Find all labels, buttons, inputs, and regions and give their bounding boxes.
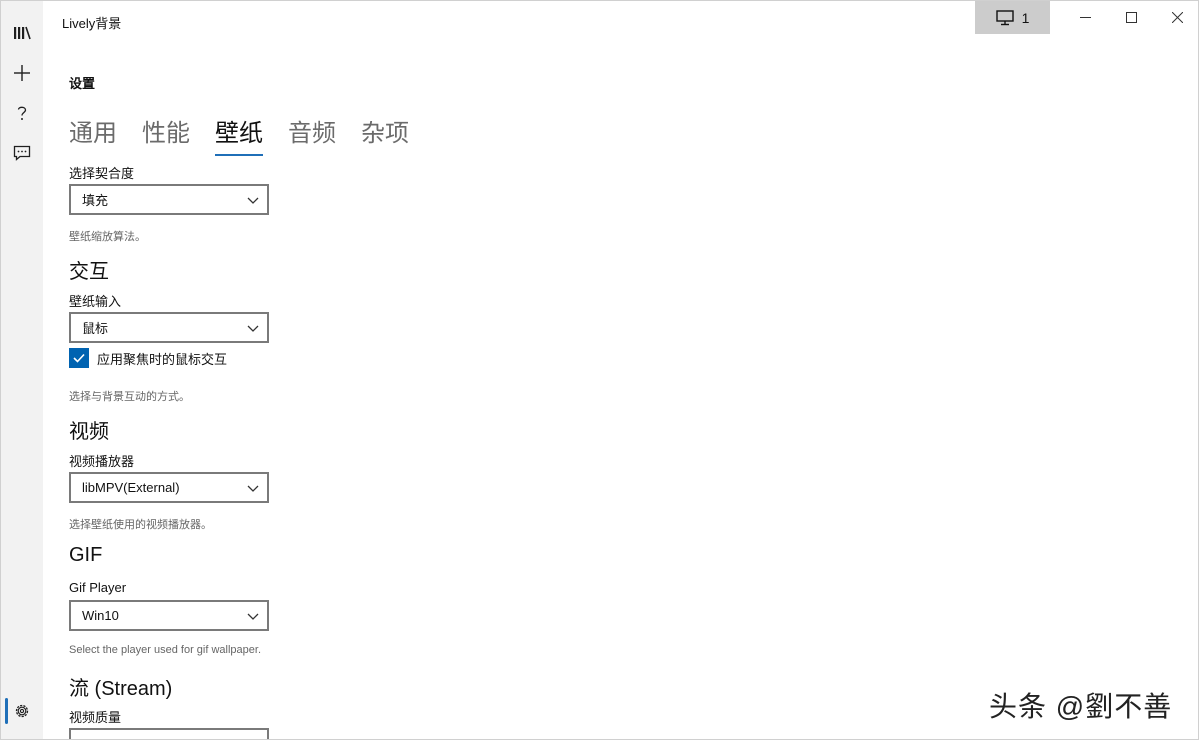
gif-player-label: Gif Player [69,580,127,595]
settings-tabs: 通用 性能 壁纸 音频 杂项 [69,113,409,156]
video-quality-label: 视频质量 [69,710,122,725]
close-button[interactable] [1154,1,1198,34]
video-player-label: 视频播放器 [69,454,135,469]
video-quality-dropdown[interactable] [69,728,269,739]
video-hint: 选择壁纸使用的视频播放器。 [69,519,212,531]
chevron-down-icon [247,613,259,620]
library-button[interactable] [1,13,43,53]
gif-player-dropdown[interactable]: Win10 [69,600,269,631]
fit-label: 选择契合度 [69,166,135,181]
add-button[interactable] [1,53,43,93]
tab-audio[interactable]: 音频 [288,113,336,154]
settings-content: 设置 通用 性能 壁纸 音频 杂项 选择契合度 填充 壁纸缩放算法。 交互 壁纸… [69,1,969,739]
monitor-select-button[interactable]: 1 [975,1,1050,34]
feedback-button[interactable] [1,133,43,173]
app-window: Lively背景 1 设置 通用 性能 壁纸 音频 杂项 选择契合度 填充 壁纸… [0,0,1199,740]
tab-performance[interactable]: 性能 [142,113,190,154]
page-title: 设置 [69,76,96,91]
maximize-icon [1125,12,1137,23]
tab-general[interactable]: 通用 [69,113,117,154]
minimize-icon [1079,17,1091,18]
fit-dropdown-value: 填充 [82,193,109,208]
minimize-button[interactable] [1062,1,1108,34]
library-icon [14,26,31,40]
monitor-icon [995,9,1014,25]
add-icon [14,65,30,81]
wallpaper-input-label: 壁纸输入 [69,294,122,309]
settings-button[interactable] [1,691,43,731]
video-player-value: libMPV(External) [82,480,180,495]
focus-mouse-interaction-checkbox[interactable] [69,348,89,368]
wallpaper-input-value: 鼠标 [82,321,109,336]
fit-hint: 壁纸缩放算法。 [69,231,146,243]
gif-hint: Select the player used for gif wallpaper… [69,644,262,656]
help-icon [17,106,27,120]
interaction-hint: 选择与背景互动的方式。 [69,391,190,403]
chevron-down-icon [247,197,259,204]
wallpaper-input-dropdown[interactable]: 鼠标 [69,312,269,343]
video-player-dropdown[interactable]: libMPV(External) [69,472,269,503]
gear-icon [15,704,29,718]
watermark-text: 头条 @劉不善 [989,691,1173,722]
fit-dropdown[interactable]: 填充 [69,184,269,215]
close-icon [1171,12,1183,23]
interaction-heading: 交互 [69,261,109,283]
tab-misc[interactable]: 杂项 [361,113,409,154]
help-button[interactable] [1,93,43,133]
monitor-count: 1 [1021,9,1030,26]
tab-wallpaper[interactable]: 壁纸 [215,113,263,156]
video-heading: 视频 [69,421,109,443]
focus-mouse-interaction-checkbox-row[interactable]: 应用聚焦时的鼠标交互 [69,348,227,368]
maximize-button[interactable] [1108,1,1154,34]
feedback-icon [13,145,31,161]
gif-player-value: Win10 [82,608,119,623]
chevron-down-icon [247,325,259,332]
stream-heading: 流 (Stream) [69,678,173,700]
nav-rail [1,1,43,739]
checkmark-icon [73,353,85,363]
chevron-down-icon [247,485,259,492]
focus-mouse-interaction-label: 应用聚焦时的鼠标交互 [97,351,228,367]
gif-heading: GIF [69,544,103,566]
